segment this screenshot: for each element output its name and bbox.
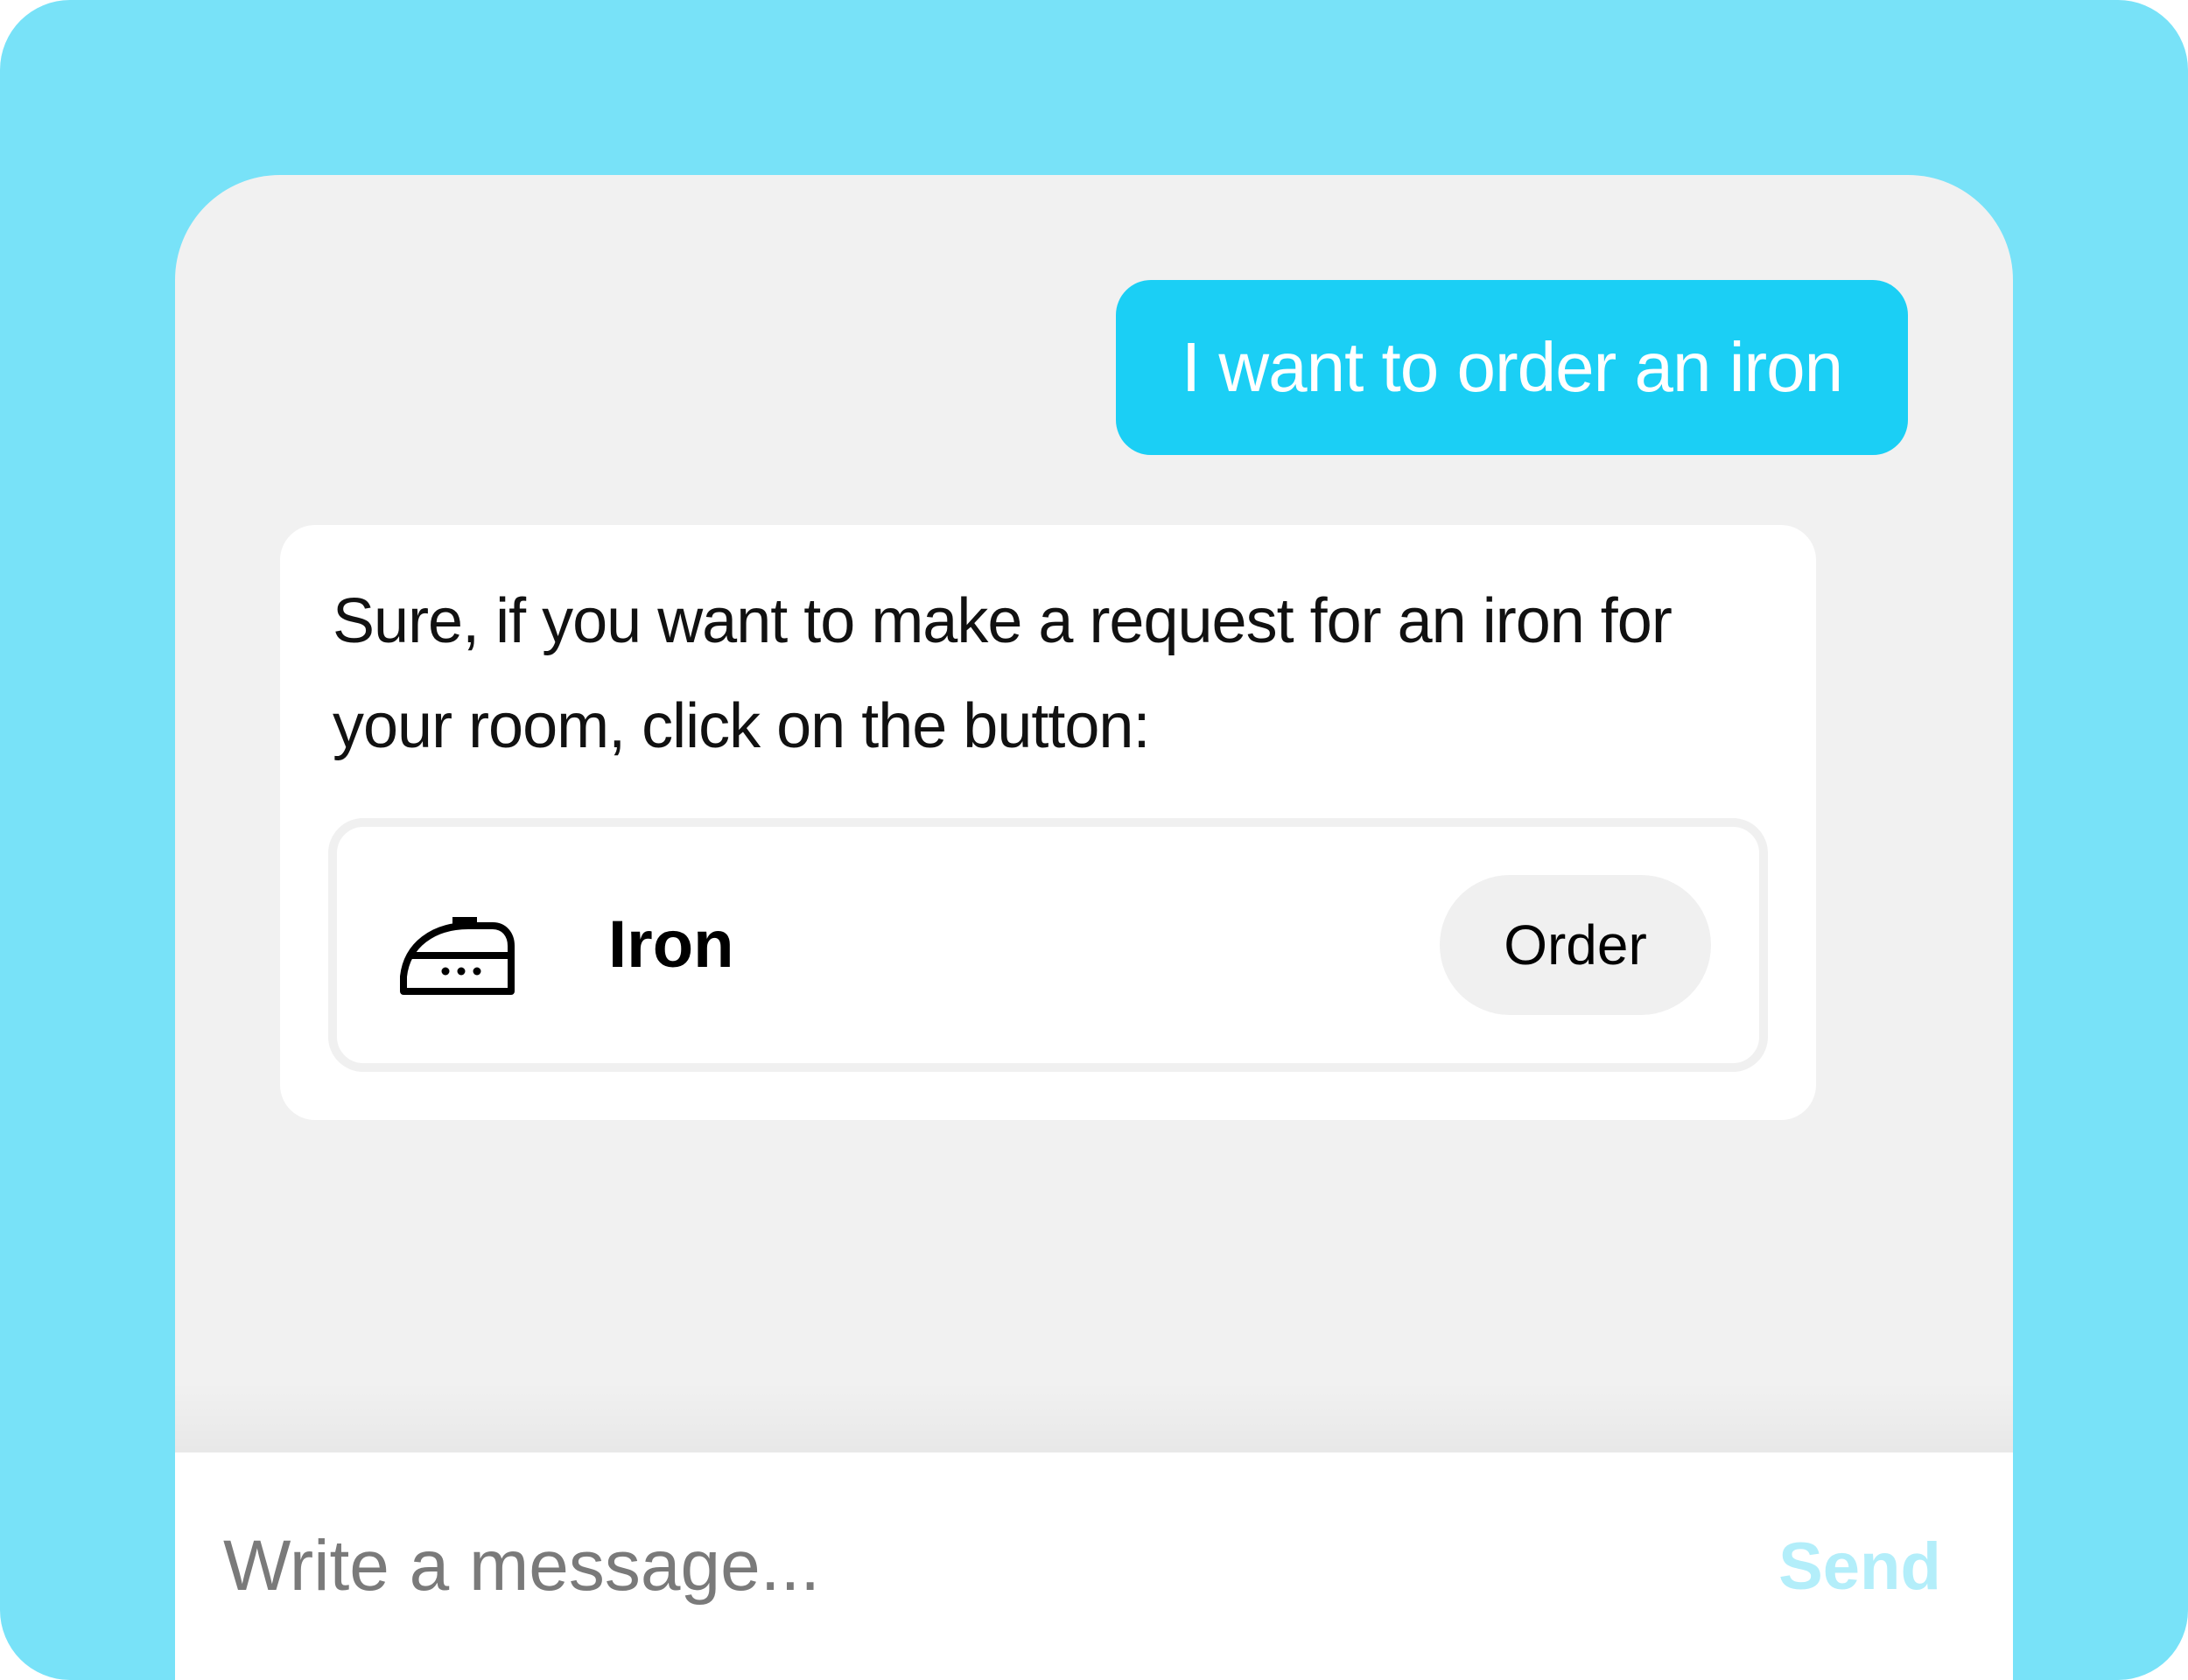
user-message-text: I want to order an iron xyxy=(1181,328,1843,406)
item-label: Iron xyxy=(608,907,734,982)
send-button[interactable]: Send xyxy=(1759,1509,1960,1623)
chat-window: I want to order an iron Sure, if you wan… xyxy=(175,175,2013,1680)
user-message-bubble: I want to order an iron xyxy=(1116,280,1908,455)
bot-message-bubble: Sure, if you want to make a request for … xyxy=(280,525,1816,1120)
message-input[interactable] xyxy=(223,1501,1711,1632)
composer-divider-shadow xyxy=(175,1382,2013,1452)
item-card: Iron Order xyxy=(328,818,1768,1072)
app-background: I want to order an iron Sure, if you wan… xyxy=(0,0,2188,1680)
message-composer: Send xyxy=(175,1452,2013,1680)
iron-icon xyxy=(398,892,516,998)
order-button[interactable]: Order xyxy=(1440,875,1711,1015)
bot-message-text: Sure, if you want to make a request for … xyxy=(333,586,1673,761)
